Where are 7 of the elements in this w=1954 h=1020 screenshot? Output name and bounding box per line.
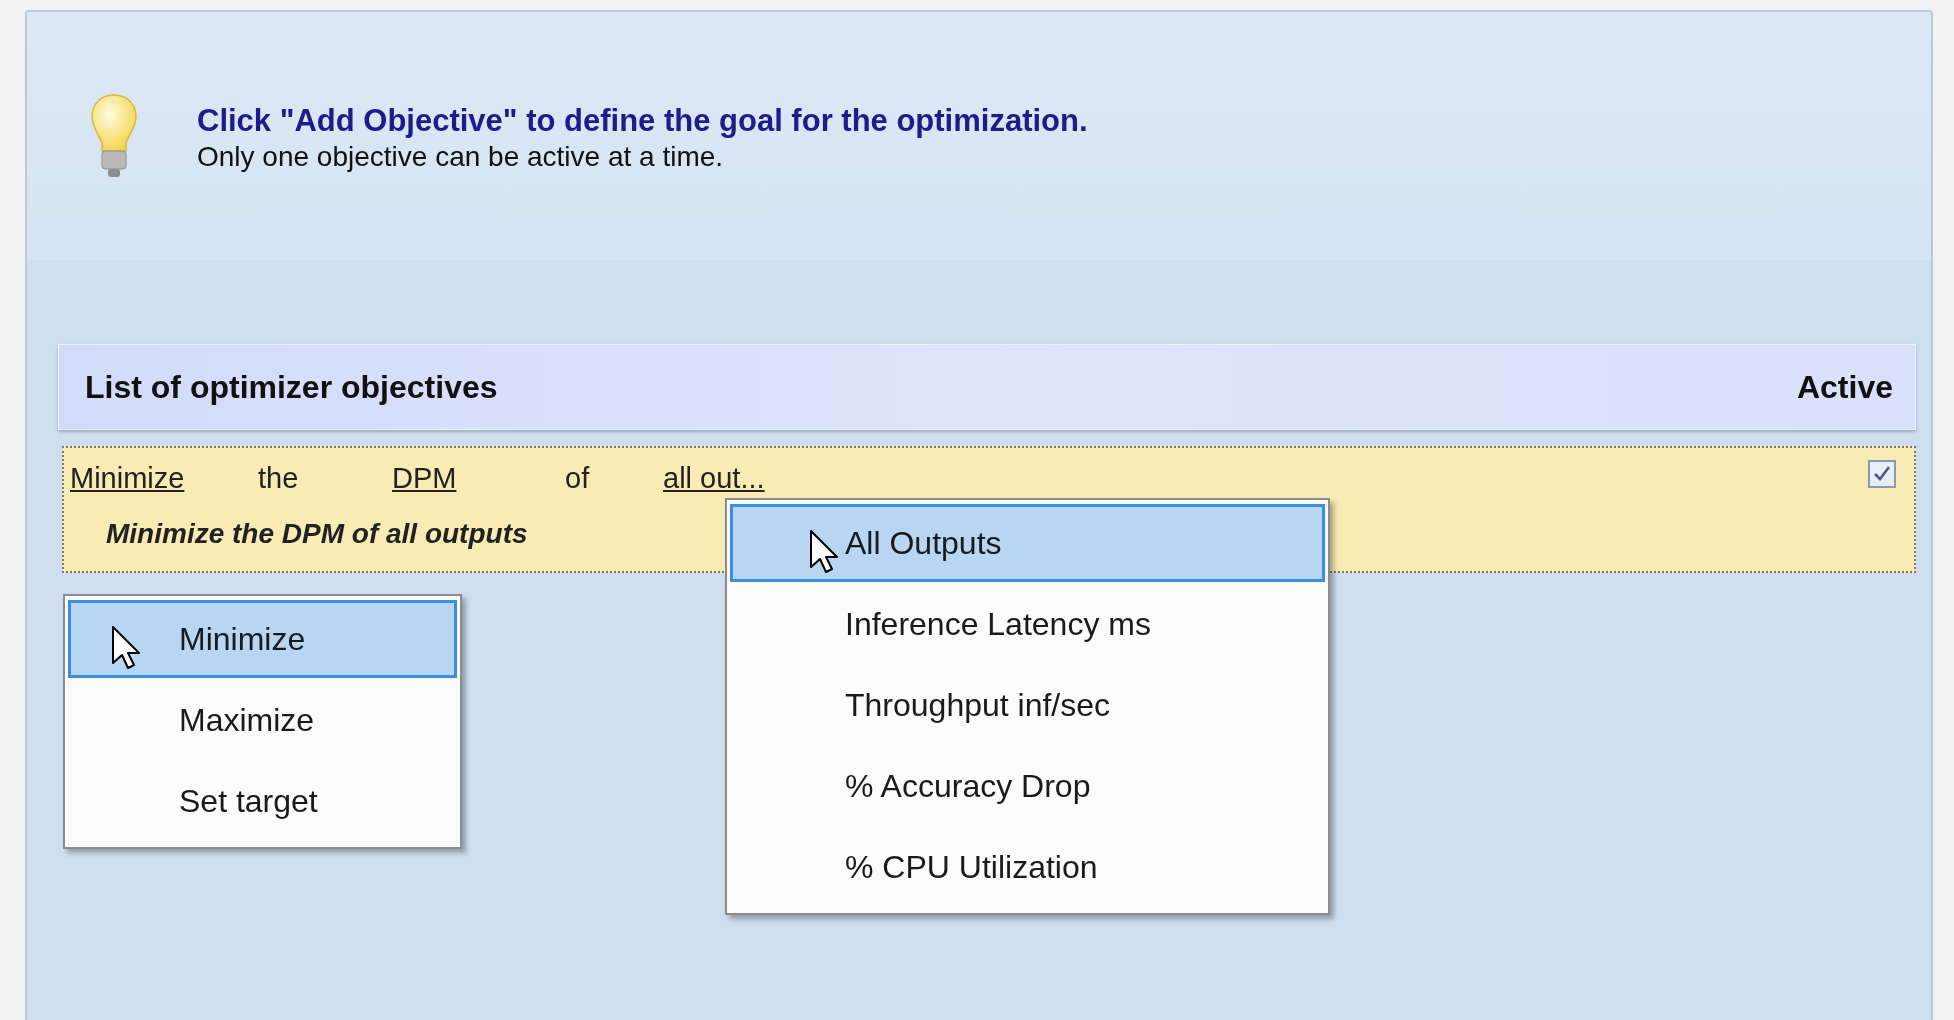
column-header: Active [1796,368,1893,406]
objective-summary: Minimize the DPM of all outputs [106,518,528,550]
hint-title: Click "Add Objective" to define the goal for the optimization. [197,103,1088,139]
hint-subtitle: Only one objective can be active at a time. [197,141,725,173]
list-title: List of optimizer objectives [85,368,498,406]
objective-word: of [565,461,591,495]
objective-word: the [258,461,300,495]
